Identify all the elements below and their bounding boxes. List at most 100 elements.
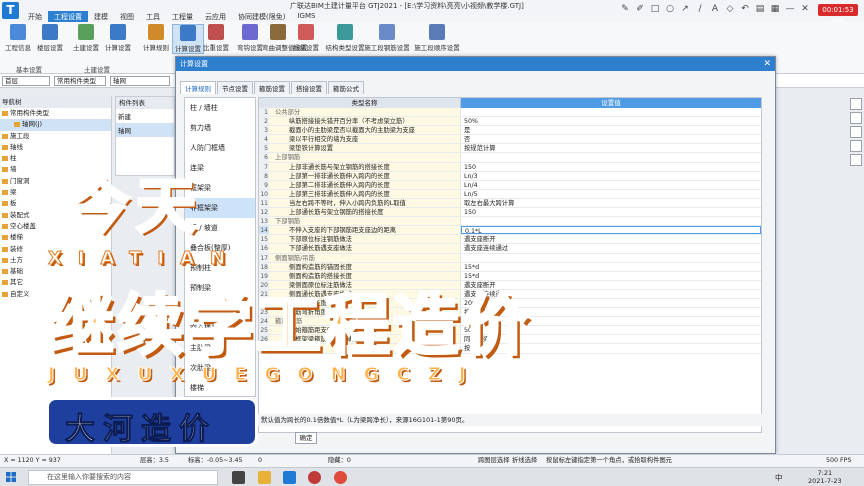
setting-value[interactable]: 150 — [461, 163, 761, 171]
polyline-select[interactable]: 折线选择 — [512, 455, 537, 467]
dialog-tab[interactable]: 计算规则 — [180, 81, 216, 94]
table-row[interactable]: 4 梁以平行相交的墙为支座否 — [259, 135, 761, 145]
table-row[interactable]: 2 纵筋搭接接头错开百分率（不考虑架立筋） 50% — [259, 117, 761, 127]
circle-icon[interactable]: ○ — [665, 4, 675, 14]
folder-icon — [2, 223, 8, 229]
close-icon[interactable]: ✕ — [800, 4, 810, 14]
ribbon-button[interactable]: 计算设置 — [102, 24, 134, 54]
undo-icon[interactable]: ↶ — [740, 4, 750, 14]
arrow-icon[interactable]: ↗ — [680, 4, 690, 14]
setting-value[interactable]: 按规范计算 — [461, 144, 761, 152]
setting-value[interactable]: 是 — [461, 126, 761, 134]
setting-value[interactable]: 遇支座断开 — [461, 235, 761, 243]
folder-icon — [2, 257, 8, 263]
ribbon-button[interactable]: 施工段钢筋设置 — [364, 24, 410, 54]
draw-icon[interactable]: ✐ — [635, 4, 645, 14]
table-row[interactable]: 12 上部通长筋与架立钢筋的搭接长度 150 — [259, 208, 761, 218]
grid-icon[interactable]: ▦ — [770, 4, 780, 14]
nav-item[interactable]: 施工段 — [0, 131, 111, 142]
setting-value[interactable]: Ln/4 — [461, 181, 761, 189]
setting-value[interactable]: 15*d — [461, 263, 761, 271]
ribbon-button[interactable]: 楼层设置 — [34, 24, 66, 54]
minimize-icon[interactable]: — — [785, 4, 795, 14]
floor-select[interactable]: 首层 — [2, 76, 50, 86]
nav-item[interactable]: 轴网(J) — [0, 119, 111, 131]
line-icon[interactable]: / — [695, 4, 705, 14]
new-button[interactable]: 新建 — [116, 109, 174, 123]
windows-start-icon[interactable] — [6, 472, 16, 482]
text-icon[interactable]: A — [710, 4, 720, 14]
table-row[interactable]: 16 下部通长筋遇支座做法 遇支座连续通过 — [259, 244, 761, 254]
category-item[interactable]: 人防门框墙 — [185, 138, 255, 158]
task-view-icon[interactable] — [232, 471, 245, 484]
ribbon-button-label: 施工段钢筋设置 — [364, 44, 410, 52]
setting-value[interactable] — [461, 153, 761, 161]
trash-icon[interactable]: ▤ — [755, 4, 765, 14]
table-row[interactable]: 7 上部非通长筋与架立钢筋的搭接长度 150 — [259, 162, 761, 172]
rotate-icon[interactable] — [850, 112, 862, 124]
table-row[interactable]: 5 梁垫铁计算设置 按规范计算 — [259, 144, 761, 154]
table-row[interactable]: 17 侧面钢筋/吊筋 — [259, 253, 761, 263]
dialog-tab[interactable]: 节点设置 — [217, 81, 253, 94]
recording-timer[interactable]: 00:01:53 结束 — [818, 4, 858, 26]
table-row[interactable]: 9 上部第二排非通长筋伸入跨内的长度 Ln/4 — [259, 180, 761, 190]
ime-indicator[interactable]: 中 — [775, 472, 783, 483]
nav-item[interactable]: 轴线 — [0, 142, 111, 153]
table-row[interactable]: 1 公共部分 — [259, 108, 761, 118]
category-item[interactable]: 剪力墙 — [185, 118, 255, 138]
ok-button[interactable]: 确定 — [295, 432, 317, 444]
table-row[interactable]: 13 下部钢筋 — [259, 217, 761, 227]
table-row[interactable]: 10 上部第三排非通长筋伸入跨内的长度 Ln/5 — [259, 189, 761, 199]
gtj-app-icon[interactable] — [283, 471, 296, 484]
category-item[interactable]: 柱 / 墙柱 — [185, 98, 255, 118]
dialog-title: 计算设置 — [180, 60, 208, 68]
component-select[interactable]: 轴网 — [110, 76, 170, 86]
setting-value[interactable]: 150 — [461, 208, 761, 216]
setting-value[interactable]: Ln/5 — [461, 190, 761, 198]
setting-value[interactable]: 50% — [461, 117, 761, 125]
setting-value[interactable] — [461, 254, 761, 262]
list-item[interactable]: 轴网 — [116, 123, 174, 137]
dialog-tab[interactable]: 箍筋公式 — [328, 81, 364, 94]
zoom-icon[interactable] — [850, 126, 862, 138]
col-value-header: 设置值 — [461, 98, 761, 108]
nav-item[interactable]: 常用构件类型 — [0, 108, 111, 119]
dialog-close-icon[interactable]: ✕ — [763, 57, 771, 71]
eraser-icon[interactable]: ◇ — [725, 4, 735, 14]
table-row[interactable]: 8 上部第一排非通长筋伸入跨内的长度 Ln/3 — [259, 171, 761, 181]
table-row[interactable]: 14 不伸入支座的下部钢筋距支座边的距离 0.1*L — [259, 226, 761, 236]
pan-icon[interactable] — [850, 140, 862, 152]
browser-icon[interactable] — [334, 471, 347, 484]
setting-value[interactable]: 0.1*L — [461, 226, 761, 235]
setting-value[interactable] — [461, 217, 761, 225]
tab-component-list[interactable]: 构件列表 — [116, 97, 148, 109]
setting-value[interactable]: 遇支座连续通过 — [461, 244, 761, 252]
setting-value[interactable] — [461, 108, 761, 116]
explorer-icon[interactable] — [258, 471, 271, 484]
setting-value[interactable]: 否 — [461, 135, 761, 143]
taskbar-search-input[interactable]: 在这里输入你要搜索的内容 — [28, 470, 218, 485]
dialog-tab[interactable]: 搭接设置 — [291, 81, 327, 94]
table-row[interactable]: 11 当左右跨不等时，伸入小跨内负筋的L取值 取左右最大跨计算 — [259, 198, 761, 209]
pencil-icon[interactable]: ✎ — [620, 4, 630, 14]
table-row[interactable]: 18 侧面构造筋的锚固长度 15*d — [259, 262, 761, 272]
ribbon-button[interactable]: 土建设置 — [70, 24, 102, 54]
table-row[interactable]: 15 下部原位标注钢筋做法 遇支座断开 — [259, 235, 761, 245]
ribbon-button[interactable]: 施工段顺序设置 — [414, 24, 460, 54]
dialog-tab[interactable]: 箍筋设置 — [254, 81, 290, 94]
recorder-icon[interactable] — [308, 471, 321, 484]
setting-value[interactable]: Ln/3 — [461, 172, 761, 180]
square-icon[interactable]: □ — [650, 4, 660, 14]
cross-layer-select[interactable]: 跨图层选择 — [478, 455, 509, 467]
view-icon[interactable] — [850, 98, 862, 110]
ribbon-button[interactable]: 计算规则 — [140, 24, 172, 54]
table-row[interactable]: 3 截面小的主肋梁是否以截面大的主肋梁为支座是 — [259, 126, 761, 136]
table-row[interactable]: 6 上部钢筋 — [259, 153, 761, 163]
type-select[interactable]: 常用构件类型 — [54, 76, 106, 86]
ribbon-button[interactable]: 比重设置 — [200, 24, 232, 54]
setting-value[interactable]: 取左右最大跨计算 — [461, 199, 761, 207]
ribbon-button[interactable]: 结构类型设置 — [322, 24, 368, 54]
fit-icon[interactable] — [850, 154, 862, 166]
ribbon-button[interactable]: 损耗设置 — [290, 24, 322, 54]
ribbon-button[interactable]: 工程信息 — [2, 24, 34, 54]
